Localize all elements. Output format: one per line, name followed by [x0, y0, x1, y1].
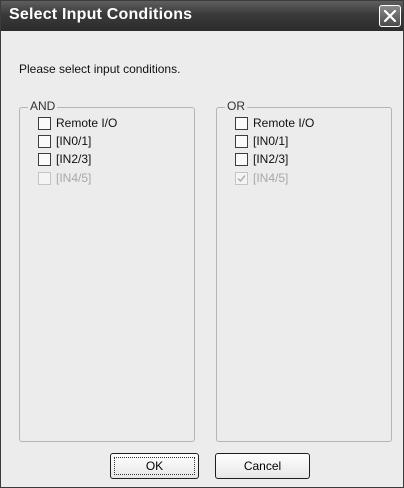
and-remote-io-label[interactable]: Remote I/O: [56, 116, 117, 130]
and-in4-5-label: [IN4/5]: [56, 171, 92, 185]
instruction-text: Please select input conditions.: [19, 62, 181, 76]
or-group-legend: OR: [225, 99, 247, 113]
ok-focus-ring: [114, 457, 195, 475]
or-in4-5-checkbox: [235, 172, 248, 185]
cancel-button-label: Cancel: [243, 459, 282, 473]
dialog-title: Select Input Conditions: [9, 6, 193, 23]
and-in4-5-checkbox: [38, 172, 51, 185]
close-button[interactable]: [379, 5, 401, 27]
or-in0-1-label[interactable]: [IN0/1]: [253, 134, 288, 148]
and-group-legend: AND: [28, 99, 58, 113]
and-in2-3-checkbox[interactable]: [38, 153, 51, 166]
and-remote-io-checkbox[interactable]: [38, 117, 51, 130]
title-bar[interactable]: Select Input Conditions: [1, 1, 403, 31]
or-in4-5-label: [IN4/5]: [253, 171, 289, 185]
and-in0-1-label[interactable]: [IN0/1]: [56, 134, 91, 148]
or-in2-3-checkbox[interactable]: [235, 153, 248, 166]
select-input-conditions-dialog: Select Input Conditions Please select in…: [0, 0, 404, 488]
or-in0-1-checkbox[interactable]: [235, 135, 248, 148]
or-group: OR Remote I/O [IN0/1] [IN2/3] [IN4/5]: [216, 99, 392, 442]
and-in0-1-checkbox[interactable]: [38, 135, 51, 148]
and-group: AND Remote I/O [IN0/1] [IN2/3] [IN4/5]: [19, 99, 195, 442]
or-in2-3-label[interactable]: [IN2/3]: [253, 152, 288, 166]
and-in2-3-label[interactable]: [IN2/3]: [56, 152, 91, 166]
ok-button[interactable]: OK: [110, 453, 199, 479]
or-remote-io-label[interactable]: Remote I/O: [253, 116, 314, 130]
or-remote-io-checkbox[interactable]: [235, 117, 248, 130]
cancel-button[interactable]: Cancel: [215, 453, 310, 479]
checkmark-icon: [237, 175, 246, 183]
close-icon: [383, 9, 397, 23]
